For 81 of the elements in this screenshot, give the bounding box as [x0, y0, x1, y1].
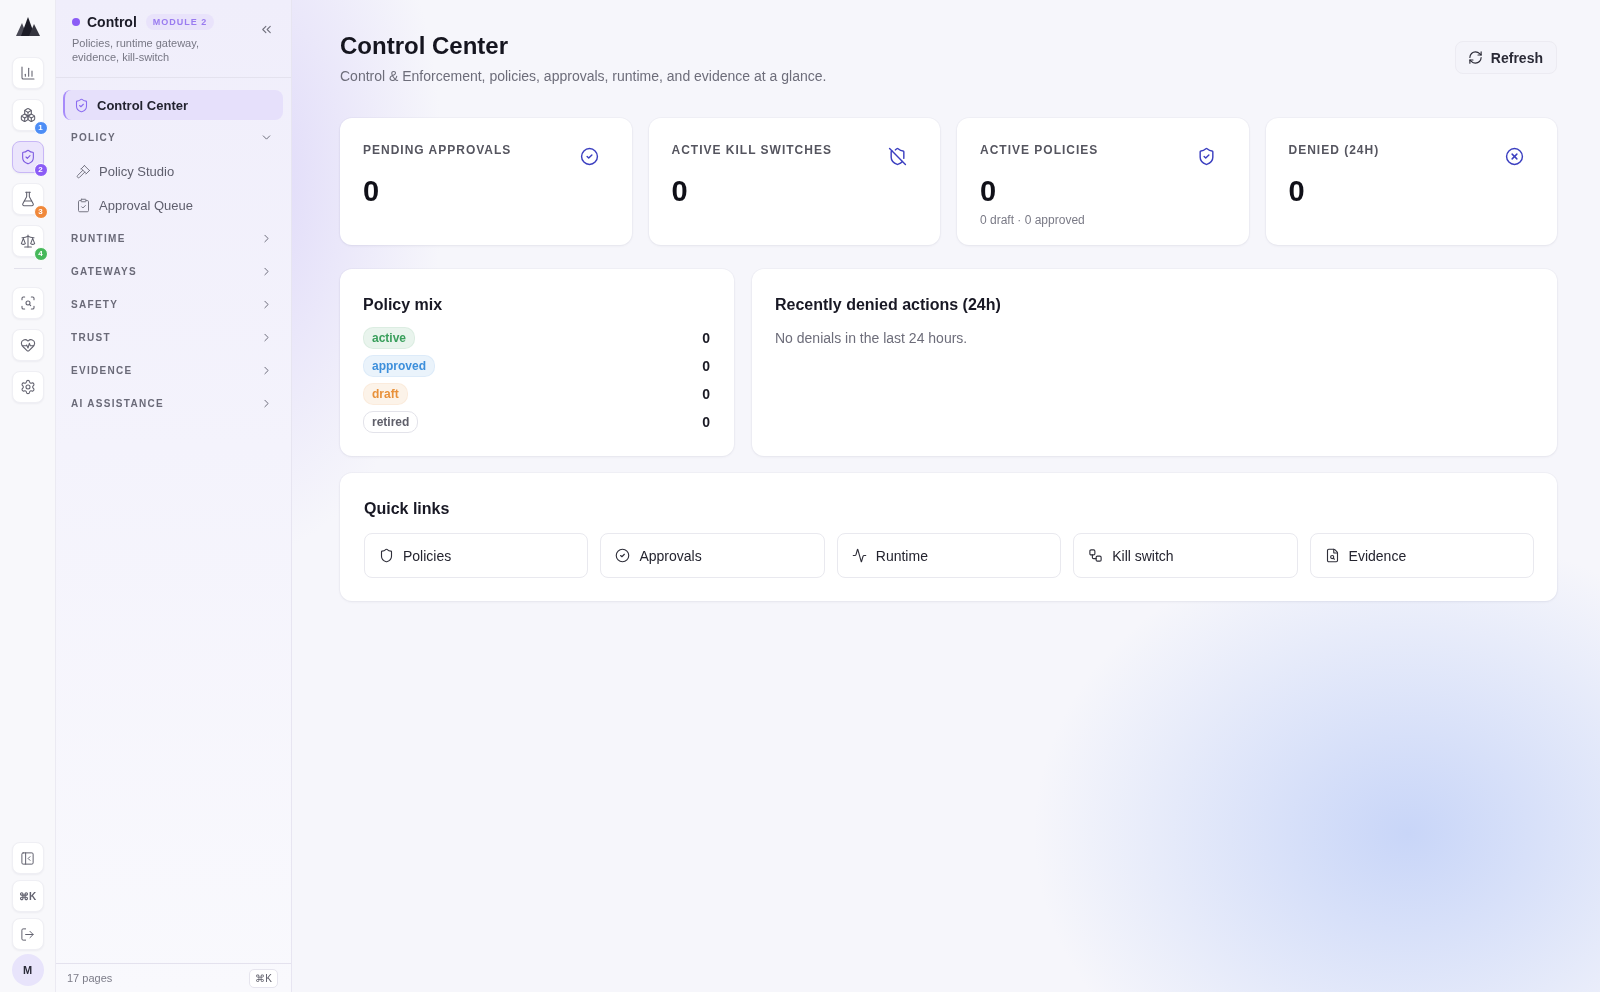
section-header[interactable]: POLICY	[63, 121, 283, 154]
shield-check-icon	[74, 97, 89, 113]
section-header[interactable]: AI ASSISTANCE	[63, 387, 283, 420]
section-header[interactable]: RUNTIME	[63, 222, 283, 255]
rail-button[interactable]	[11, 287, 44, 319]
count-badge: 2	[33, 163, 48, 177]
cubes-icon	[19, 107, 36, 123]
settings-icon	[19, 379, 36, 395]
stat-label: PENDING APPROVALS	[363, 142, 512, 158]
heart-pulse-icon	[19, 337, 36, 353]
section-header[interactable]: TRUST	[63, 321, 283, 354]
count-badge: 1	[33, 121, 48, 135]
status-tag: retired	[363, 411, 419, 433]
nav-item[interactable]: Approval Queue	[63, 188, 283, 222]
count-text: 0	[702, 358, 710, 374]
scan-search-icon	[19, 295, 36, 311]
rail-button[interactable]	[11, 842, 44, 874]
workflow-icon	[1088, 548, 1104, 563]
stat-label: DENIED (24H)	[1288, 142, 1380, 158]
count-badge: 3	[33, 205, 48, 219]
circle-check-icon	[615, 548, 631, 563]
count-badge: 4	[33, 247, 48, 261]
section-header[interactable]: EVIDENCE	[63, 354, 283, 387]
pulse-line-icon	[851, 548, 867, 563]
nav-item[interactable]: Policy Studio	[63, 154, 283, 188]
shortcut-hint: ⌘K	[249, 968, 278, 988]
scale-icon	[19, 233, 36, 249]
shield-check-icon	[19, 149, 36, 165]
quick-link[interactable]: Runtime	[836, 533, 1062, 578]
quick-link[interactable]: Policies	[364, 533, 589, 578]
rail-button[interactable]	[11, 329, 44, 361]
rail-button[interactable]	[11, 57, 44, 89]
module-tag: MODULE 2	[145, 14, 215, 30]
section-header[interactable]: GATEWAYS	[63, 255, 283, 288]
shortcut-button[interactable]: ⌘K	[11, 880, 44, 912]
circle-check-icon	[579, 147, 599, 166]
user-avatar[interactable]: M	[11, 954, 44, 986]
stat-value: 0	[363, 174, 380, 208]
stat-label: ACTIVE POLICIES	[980, 142, 1099, 158]
shield-check-icon	[1196, 147, 1216, 166]
gavel-icon	[76, 163, 91, 179]
shield-off-icon	[888, 147, 907, 166]
flask-icon	[19, 191, 36, 207]
shield-icon	[379, 548, 394, 563]
page-title: Control Center	[340, 31, 509, 61]
stat-label: ACTIVE KILL SWITCHES	[671, 142, 832, 158]
card-title: Policy mix	[363, 295, 443, 315]
rail-button[interactable]	[11, 918, 44, 950]
page-subtitle: Control & Enforcement, policies, approvals, runtime, and evidence at a glance.	[340, 67, 827, 86]
file-search-icon	[1324, 548, 1340, 563]
panel-collapse-icon	[20, 850, 35, 866]
module-description: Policies, runtime gateway, evidence, kill-switch	[72, 36, 200, 64]
rail-button[interactable]	[11, 371, 44, 403]
stat-note: 0 draft · 0 approved	[980, 212, 1085, 228]
stat-value: 0	[671, 174, 688, 208]
refresh-button[interactable]: Refresh	[1454, 41, 1557, 74]
stat-value: 0	[980, 174, 997, 208]
logout-icon	[20, 926, 35, 942]
page-count: 17 pages	[67, 972, 113, 984]
circle-x-icon	[1505, 147, 1524, 166]
status-tag: approved	[363, 355, 435, 377]
module-name: Control	[87, 14, 137, 30]
status-dot-icon	[72, 18, 80, 26]
status-tag: active	[363, 327, 416, 349]
count-text: 0	[702, 386, 710, 402]
refresh-icon	[1467, 50, 1483, 65]
nav-item[interactable]: Control Center	[63, 90, 283, 120]
quick-link[interactable]: Evidence	[1309, 533, 1534, 578]
section-header[interactable]: SAFETY	[63, 288, 283, 321]
card-title: Recently denied actions (24h)	[775, 295, 1001, 315]
clipboard-check-icon	[76, 197, 91, 213]
card-title: Quick links	[364, 499, 450, 519]
quick-link[interactable]: Kill switch	[1073, 533, 1298, 578]
bar-chart-icon	[19, 65, 36, 81]
mountain-logo	[15, 17, 40, 36]
count-text: 0	[702, 414, 710, 430]
quick-link[interactable]: Approvals	[600, 533, 825, 578]
empty-state-text: No denials in the last 24 hours.	[775, 329, 968, 348]
status-tag: draft	[363, 383, 408, 405]
stat-value: 0	[1288, 174, 1305, 208]
count-text: 0	[702, 330, 710, 346]
